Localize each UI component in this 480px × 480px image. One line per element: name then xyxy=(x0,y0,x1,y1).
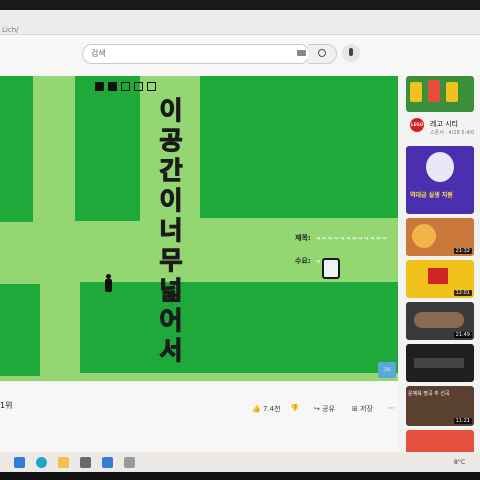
green-block xyxy=(0,76,33,222)
share-label: 공유 xyxy=(322,405,335,413)
title-char: 이 xyxy=(159,95,183,125)
thumbs-down-icon: 👎 xyxy=(290,404,299,412)
related-video-thumb[interactable] xyxy=(406,344,474,382)
door-icon xyxy=(322,258,340,279)
address-bar[interactable]: Lich/ xyxy=(0,10,480,35)
url-text: Lich/ xyxy=(2,26,19,34)
title-char: 무 xyxy=(159,245,183,275)
save-icon: ⊞ xyxy=(352,405,358,413)
search-icon xyxy=(318,49,326,57)
video-duration: 11:21 xyxy=(453,418,472,424)
title-char: 간 xyxy=(159,155,183,185)
video-duration: 12:01 xyxy=(453,290,472,296)
search-button[interactable] xyxy=(308,44,337,64)
search-placeholder: 검색 xyxy=(91,49,106,58)
video-overlay-title: 이 공 간 이 너 무 넓 어 서 xyxy=(157,95,185,366)
thumb-title-text: 역대급 실생 지원 xyxy=(410,192,453,199)
widgets-icon[interactable] xyxy=(14,457,25,468)
title-char: 서 xyxy=(159,335,183,365)
related-videos-sidebar: LEGO 레고 시티 스폰서 · 4/28 5:4/0 역대급 실생 지원 21… xyxy=(404,76,480,458)
video-duration: 21:32 xyxy=(453,248,472,254)
app-icon[interactable] xyxy=(124,457,135,468)
channel-name[interactable]: 레고 시티 xyxy=(430,119,458,129)
progress-square xyxy=(121,82,130,91)
ad-banner[interactable] xyxy=(406,76,474,112)
video-info-area: 1위 👍 7.4천 👎 ↪ 공유 ⊞ 저장 ⋯ xyxy=(0,382,398,458)
title-char: 이 xyxy=(159,185,183,215)
monitor-bezel-bottom xyxy=(0,472,480,480)
share-icon: ↪ xyxy=(314,405,320,413)
browser-window: Lich/ 검색 이 공 간 이 너 무 넓 어 서 제목: ㅋㅋㅋㅋㅋㅋㅋㅋㅋ… xyxy=(0,10,480,458)
share-button[interactable]: ↪ 공유 xyxy=(314,404,335,414)
search-input[interactable]: 검색 xyxy=(82,44,310,64)
channel-sub: 스폰서 · 4/28 5:4/0 xyxy=(430,130,475,136)
title-char: 넓 xyxy=(159,275,183,305)
title-char: 공 xyxy=(159,125,183,155)
youtube-header: 검색 xyxy=(0,35,480,75)
related-video-thumb[interactable]: 21:49 xyxy=(406,302,474,340)
related-video-thumb[interactable]: 21:32 xyxy=(406,218,474,256)
lego-logo-icon[interactable]: LEGO xyxy=(410,118,424,132)
weather-tray[interactable]: 8°C xyxy=(454,459,465,466)
video-rank-label: 1위 xyxy=(0,401,13,410)
file-explorer-icon[interactable] xyxy=(58,457,69,468)
green-block xyxy=(75,76,140,221)
related-video-thumb[interactable]: 역대급 실생 지원 xyxy=(406,146,474,214)
person-body xyxy=(105,279,112,292)
progress-square xyxy=(134,82,143,91)
save-button[interactable]: ⊞ 저장 xyxy=(352,404,373,414)
title-char: 너 xyxy=(159,215,183,245)
more-button[interactable]: ⋯ xyxy=(388,404,395,412)
mail-icon[interactable] xyxy=(102,457,113,468)
green-block xyxy=(0,284,40,376)
green-block xyxy=(200,76,398,218)
like-button[interactable]: 👍 7.4천 xyxy=(252,404,281,414)
dislike-button[interactable]: 👎 xyxy=(290,404,299,412)
progress-square xyxy=(108,82,117,91)
thumb-title-text: 운체육 명곡 추 선곡 xyxy=(408,391,450,397)
title-char: 어 xyxy=(159,305,183,335)
info-label-title: 제목: xyxy=(295,234,311,242)
related-video-thumb[interactable]: 운체육 명곡 추 선곡 11:21 xyxy=(406,386,474,426)
store-icon[interactable] xyxy=(80,457,91,468)
subscribe-watermark-icon[interactable]: 구독 xyxy=(378,362,396,378)
video-player[interactable]: 이 공 간 이 너 무 넓 어 서 제목: ㅋㅋㅋㅋㅋㅋㅋㅋㅋㅋㅋㅋ 수요: ㅋ… xyxy=(0,76,398,381)
person-figure xyxy=(105,274,112,292)
windows-taskbar: 8°C xyxy=(0,452,480,474)
thumbs-up-icon: 👍 xyxy=(252,405,261,413)
edge-icon[interactable] xyxy=(36,457,47,468)
info-value-title: ㅋㅋㅋㅋㅋㅋㅋㅋㅋㅋㅋㅋ xyxy=(315,236,388,243)
keyboard-icon[interactable] xyxy=(297,50,306,56)
save-label: 저장 xyxy=(360,405,373,413)
related-video-thumb[interactable]: 12:01 xyxy=(406,260,474,298)
like-count: 7.4천 xyxy=(262,405,281,413)
progress-square xyxy=(147,82,156,91)
progress-square xyxy=(95,82,104,91)
green-block xyxy=(80,282,398,373)
mic-icon[interactable] xyxy=(342,44,360,62)
video-duration: 21:49 xyxy=(453,332,472,338)
info-label-demand: 수요: xyxy=(295,257,311,265)
